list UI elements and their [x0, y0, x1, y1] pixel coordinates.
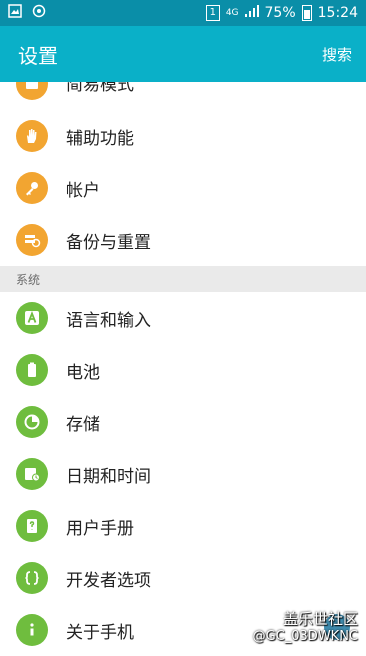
app-bar: 设置 搜索 [0, 26, 366, 82]
settings-item-label: 辅助功能 [66, 128, 134, 149]
gallery-notification-icon [8, 4, 22, 22]
settings-item-backup-reset[interactable]: 备份与重置 [0, 214, 366, 266]
settings-item-simple-mode[interactable]: 简易模式 [0, 82, 366, 110]
backup-icon [16, 224, 48, 256]
simple-mode-icon [16, 82, 48, 100]
status-bar: 1 4G 75% 15:24 [0, 0, 366, 26]
key-icon [16, 172, 48, 204]
sim-indicator: 1 [205, 5, 220, 21]
settings-item-date-time[interactable]: 日期和时间 [0, 448, 366, 500]
page-title: 设置 [18, 43, 58, 68]
search-button[interactable]: 搜索 [322, 44, 366, 65]
storage-icon [16, 406, 48, 438]
settings-list: 简易模式 辅助功能 帐户 备份与重置 系统 语言和输入 电池 存储 日期和时间 … [0, 82, 366, 656]
hand-icon [16, 120, 48, 152]
settings-item-label: 用户手册 [66, 518, 134, 539]
settings-item-label: 帐户 [66, 180, 100, 201]
clock: 15:24 [317, 5, 358, 21]
battery-percentage: 75% [264, 5, 296, 21]
settings-item-label: 语言和输入 [66, 310, 151, 331]
signal-icon [244, 5, 259, 21]
section-header-system: 系统 [0, 266, 366, 292]
settings-item-accounts[interactable]: 帐户 [0, 162, 366, 214]
developer-icon [16, 562, 48, 594]
watermark-title: 盖乐世社区 [282, 610, 358, 628]
settings-item-battery[interactable]: 电池 [0, 344, 366, 396]
battery-icon [16, 354, 48, 386]
battery-icon [301, 5, 312, 21]
sync-notification-icon [32, 4, 46, 22]
watermark: 盖乐世社区 @GC_03DWKNC [253, 608, 358, 644]
calendar-clock-icon [16, 458, 48, 490]
manual-icon [16, 510, 48, 542]
settings-item-label: 关于手机 [66, 622, 134, 643]
settings-item-language-input[interactable]: 语言和输入 [0, 292, 366, 344]
settings-item-developer-options[interactable]: 开发者选项 [0, 552, 366, 604]
info-icon [16, 614, 48, 646]
settings-item-label: 电池 [66, 362, 100, 383]
settings-item-label: 备份与重置 [66, 232, 151, 253]
settings-item-label: 简易模式 [66, 82, 134, 95]
settings-item-user-manual[interactable]: 用户手册 [0, 500, 366, 552]
language-icon [16, 302, 48, 334]
settings-item-label: 日期和时间 [66, 466, 151, 487]
watermark-handle: @GC_03DWKNC [252, 629, 358, 644]
settings-item-label: 存储 [66, 414, 100, 435]
settings-item-accessibility[interactable]: 辅助功能 [0, 110, 366, 162]
settings-item-label: 开发者选项 [66, 570, 151, 591]
network-type-label: 4G [225, 7, 239, 18]
settings-item-storage[interactable]: 存储 [0, 396, 366, 448]
